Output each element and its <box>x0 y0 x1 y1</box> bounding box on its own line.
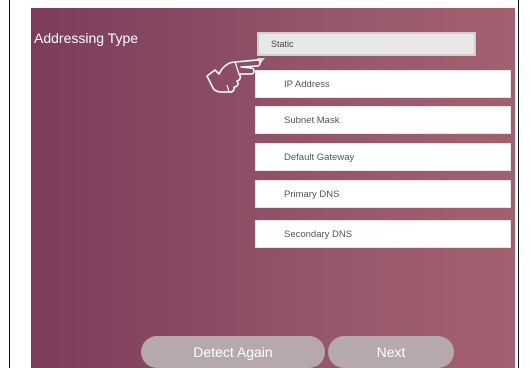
addressing-type-select[interactable]: Static <box>257 32 476 56</box>
frame-border-right <box>518 0 519 368</box>
frame-border-left <box>9 0 10 368</box>
ip-address-field[interactable]: IP Address <box>255 70 511 98</box>
subnet-mask-field[interactable]: Subnet Mask <box>255 106 511 134</box>
primary-dns-field[interactable]: Primary DNS <box>255 180 511 208</box>
network-settings-screen: Addressing Type Static IP Address Subnet… <box>31 8 515 368</box>
default-gateway-field[interactable]: Default Gateway <box>255 143 511 171</box>
addressing-type-label: Addressing Type <box>34 30 139 46</box>
next-button[interactable]: Next <box>328 336 454 368</box>
hand-pointer-icon <box>206 59 261 93</box>
detect-again-button[interactable]: Detect Again <box>141 336 325 368</box>
secondary-dns-field[interactable]: Secondary DNS <box>255 220 511 248</box>
